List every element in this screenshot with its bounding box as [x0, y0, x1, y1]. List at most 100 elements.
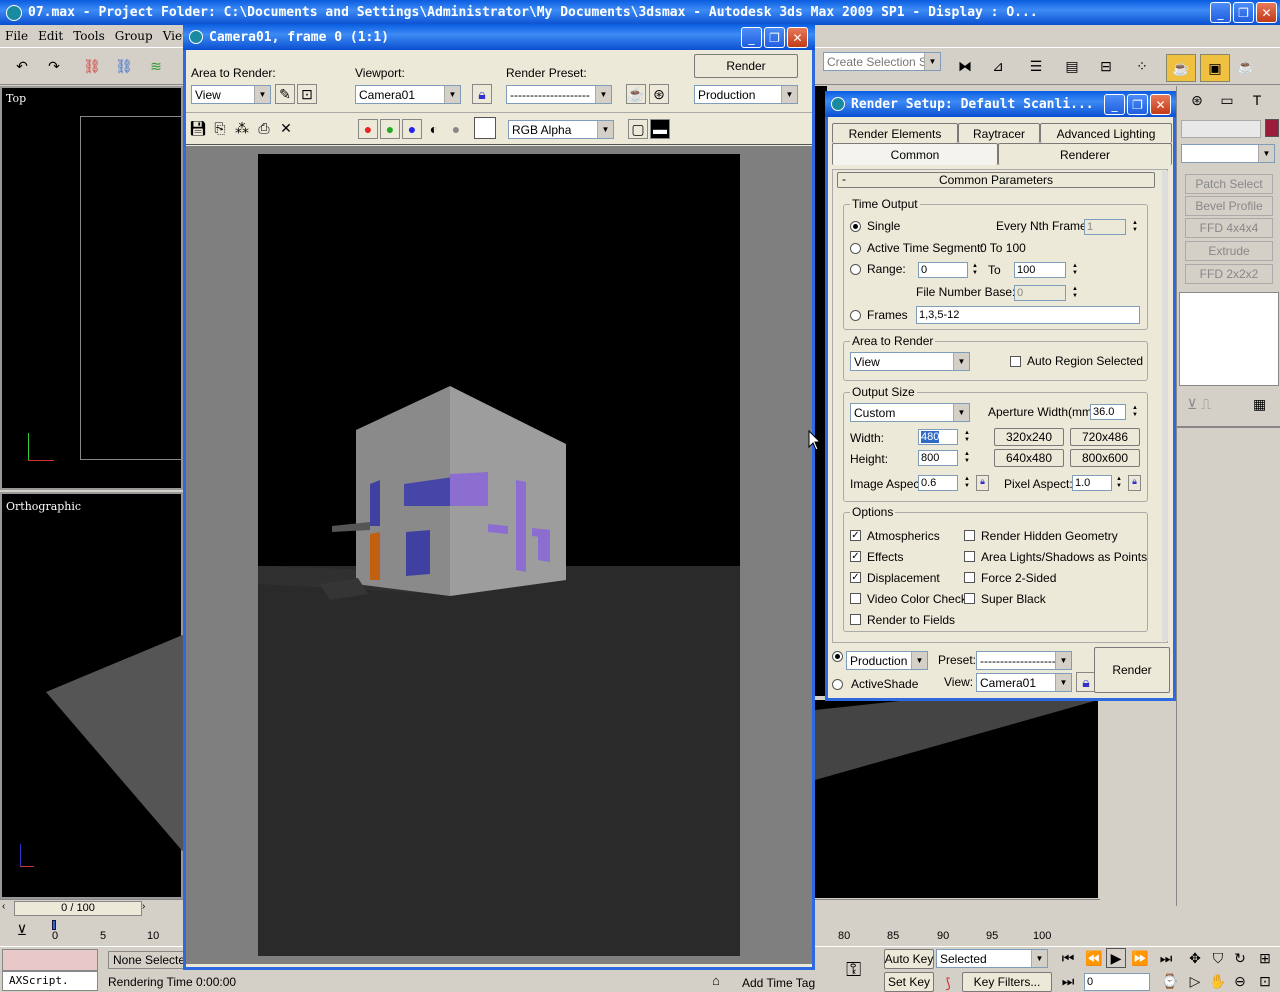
- utilities-panel-icon[interactable]: T: [1247, 90, 1267, 110]
- prev-frame-icon[interactable]: ⏪: [1084, 948, 1104, 968]
- pixel-aspect-spinner[interactable]: ▲ ▼: [1114, 475, 1124, 491]
- activeshade-option[interactable]: ActiveShade: [832, 677, 918, 691]
- zoom-region-icon[interactable]: ⛉: [1208, 948, 1228, 968]
- time-config-icon[interactable]: ⌚: [1160, 971, 1180, 991]
- quick-render-icon[interactable]: ☕: [1236, 56, 1256, 76]
- frame-maximize-icon[interactable]: ❐: [764, 27, 785, 48]
- option-checkbox[interactable]: [964, 572, 975, 583]
- selection-set-dropdown[interactable]: Create Selection Set▼: [823, 52, 941, 71]
- toggle-ui-icon[interactable]: ▬: [650, 119, 670, 139]
- environment-icon[interactable]: ⊛: [649, 84, 669, 104]
- nth-frame-spinner[interactable]: ▲ ▼: [1130, 219, 1140, 235]
- motion-panel-icon[interactable]: ⊛: [1187, 90, 1207, 110]
- option-checkbox[interactable]: [964, 593, 975, 604]
- clear-icon[interactable]: ✕: [276, 118, 296, 138]
- range-to-field[interactable]: 100: [1014, 262, 1066, 278]
- time-next-icon[interactable]: ›: [142, 901, 154, 916]
- lock-viewport-icon[interactable]: 🔒︎: [472, 84, 492, 104]
- auto-region-option[interactable]: Auto Region Selected: [1010, 354, 1143, 368]
- copy-image-icon[interactable]: ⎘: [210, 118, 230, 138]
- size-720x486-button[interactable]: 720x486: [1070, 428, 1140, 446]
- pixel-aspect-lock-icon[interactable]: 🔒︎: [1128, 475, 1141, 491]
- option-checkbox[interactable]: [850, 614, 861, 625]
- mirror-icon[interactable]: ⧓: [955, 56, 975, 76]
- min-max-toggle-icon[interactable]: ⊡: [1255, 971, 1275, 991]
- option-checkbox[interactable]: ✓: [850, 572, 861, 583]
- frames-option[interactable]: Frames: [850, 308, 908, 322]
- auto-region-checkbox[interactable]: [1010, 355, 1021, 367]
- area-to-render-dropdown[interactable]: View ▼: [191, 85, 271, 104]
- pin-stack-icon[interactable]: ⊻ ⎍: [1187, 396, 1211, 413]
- maxscript-listener-top[interactable]: [2, 949, 98, 971]
- nth-frame-field[interactable]: 1: [1084, 219, 1126, 235]
- menu-tools[interactable]: Tools: [68, 26, 110, 46]
- option-video-color-check[interactable]: Video Color Check: [850, 588, 967, 609]
- frame-minimize-icon[interactable]: _: [741, 27, 762, 48]
- key-mode-toggle-icon[interactable]: ⏭: [1058, 971, 1078, 991]
- current-frame-field[interactable]: 0: [1084, 973, 1150, 991]
- time-slider-thumb[interactable]: 0 / 100: [14, 901, 142, 916]
- play-icon[interactable]: ▶: [1106, 948, 1126, 968]
- render-preset-dropdown[interactable]: -------------------- ▼: [506, 85, 612, 104]
- active-segment-radio[interactable]: [850, 242, 861, 254]
- production-option[interactable]: [832, 651, 843, 662]
- ffd-4x4x4-button[interactable]: FFD 4x4x4: [1185, 218, 1273, 238]
- object-color-swatch[interactable]: [1265, 119, 1279, 137]
- setup-minimize-icon[interactable]: _: [1104, 94, 1125, 115]
- select-link-icon[interactable]: ⛓: [82, 56, 102, 76]
- schematic-view-icon[interactable]: ⊟: [1096, 56, 1116, 76]
- viewport-top[interactable]: Top: [0, 86, 190, 490]
- frame-window-title-bar[interactable]: Camera01, frame 0 (1:1): [183, 24, 815, 50]
- time-prev-icon[interactable]: ‹: [2, 901, 14, 916]
- menu-group[interactable]: Group: [110, 26, 158, 46]
- setup-close-icon[interactable]: ✕: [1150, 94, 1171, 115]
- key-tangent-icon[interactable]: ⟆: [938, 973, 958, 992]
- arc-rotate-icon[interactable]: ⊖: [1230, 971, 1250, 991]
- production-dropdown[interactable]: Production ▼: [846, 651, 928, 670]
- image-aspect-field[interactable]: 0.6: [918, 475, 958, 491]
- curve-editor-icon[interactable]: ▤: [1062, 56, 1082, 76]
- width-spinner[interactable]: ▲ ▼: [962, 429, 972, 445]
- fov-icon[interactable]: ▷: [1185, 971, 1205, 991]
- height-spinner[interactable]: ▲ ▼: [962, 450, 972, 466]
- set-key-button[interactable]: Set Key: [884, 972, 934, 992]
- add-time-tag[interactable]: Add Time Tag: [742, 976, 815, 990]
- bottom-preset-dropdown[interactable]: -------------------- ▼: [976, 651, 1072, 670]
- maxscript-listener[interactable]: AXScript.: [2, 971, 98, 991]
- render-mode-dropdown[interactable]: Production ▼: [694, 85, 798, 104]
- option-checkbox[interactable]: ✓: [850, 551, 861, 562]
- single-radio[interactable]: [850, 220, 861, 232]
- image-aspect-lock-icon[interactable]: 🔒︎: [976, 475, 989, 491]
- area-dropdown[interactable]: View ▼: [850, 352, 970, 371]
- next-frame-icon[interactable]: ⏩: [1130, 948, 1150, 968]
- blue-channel-icon[interactable]: ●: [402, 119, 422, 139]
- toggle-ui-overlay-icon[interactable]: ▢: [628, 119, 648, 139]
- size-640x480-button[interactable]: 640x480: [994, 449, 1064, 467]
- aperture-field[interactable]: 36.0: [1090, 404, 1126, 420]
- track-bar-toggle-icon[interactable]: ⊻: [12, 920, 32, 940]
- auto-key-button[interactable]: Auto Key: [884, 949, 934, 969]
- width-field[interactable]: 480: [918, 429, 958, 445]
- go-to-start-icon[interactable]: ⏮: [1058, 948, 1078, 968]
- align-icon[interactable]: ⊿: [988, 56, 1008, 76]
- monochrome-icon[interactable]: ●: [446, 119, 466, 139]
- maximize-viewport-icon[interactable]: ⊞: [1255, 948, 1275, 968]
- size-320x240-button[interactable]: 320x240: [994, 428, 1064, 446]
- key-mode-dropdown[interactable]: Selected ▼: [936, 949, 1048, 968]
- alpha-channel-icon[interactable]: ◐: [424, 119, 444, 139]
- option-checkbox[interactable]: [964, 551, 975, 562]
- range-radio[interactable]: [850, 263, 861, 275]
- range-to-spinner[interactable]: ▲ ▼: [1070, 262, 1080, 278]
- production-radio[interactable]: [832, 651, 843, 662]
- setup-scrollbar[interactable]: [1162, 171, 1168, 641]
- object-name-field[interactable]: [1181, 120, 1261, 138]
- print-icon[interactable]: ⎙: [254, 118, 274, 138]
- activeshade-radio[interactable]: [832, 678, 843, 690]
- render-canvas-area[interactable]: [186, 146, 812, 964]
- viewport-top-label[interactable]: Top: [6, 92, 26, 105]
- hand-pan-icon[interactable]: ✋: [1208, 971, 1228, 991]
- patch-select-button[interactable]: Patch Select: [1185, 174, 1273, 194]
- viewport-perspective[interactable]: [815, 700, 1098, 898]
- option-checkbox[interactable]: [964, 530, 975, 541]
- tab-common[interactable]: Common: [832, 143, 998, 165]
